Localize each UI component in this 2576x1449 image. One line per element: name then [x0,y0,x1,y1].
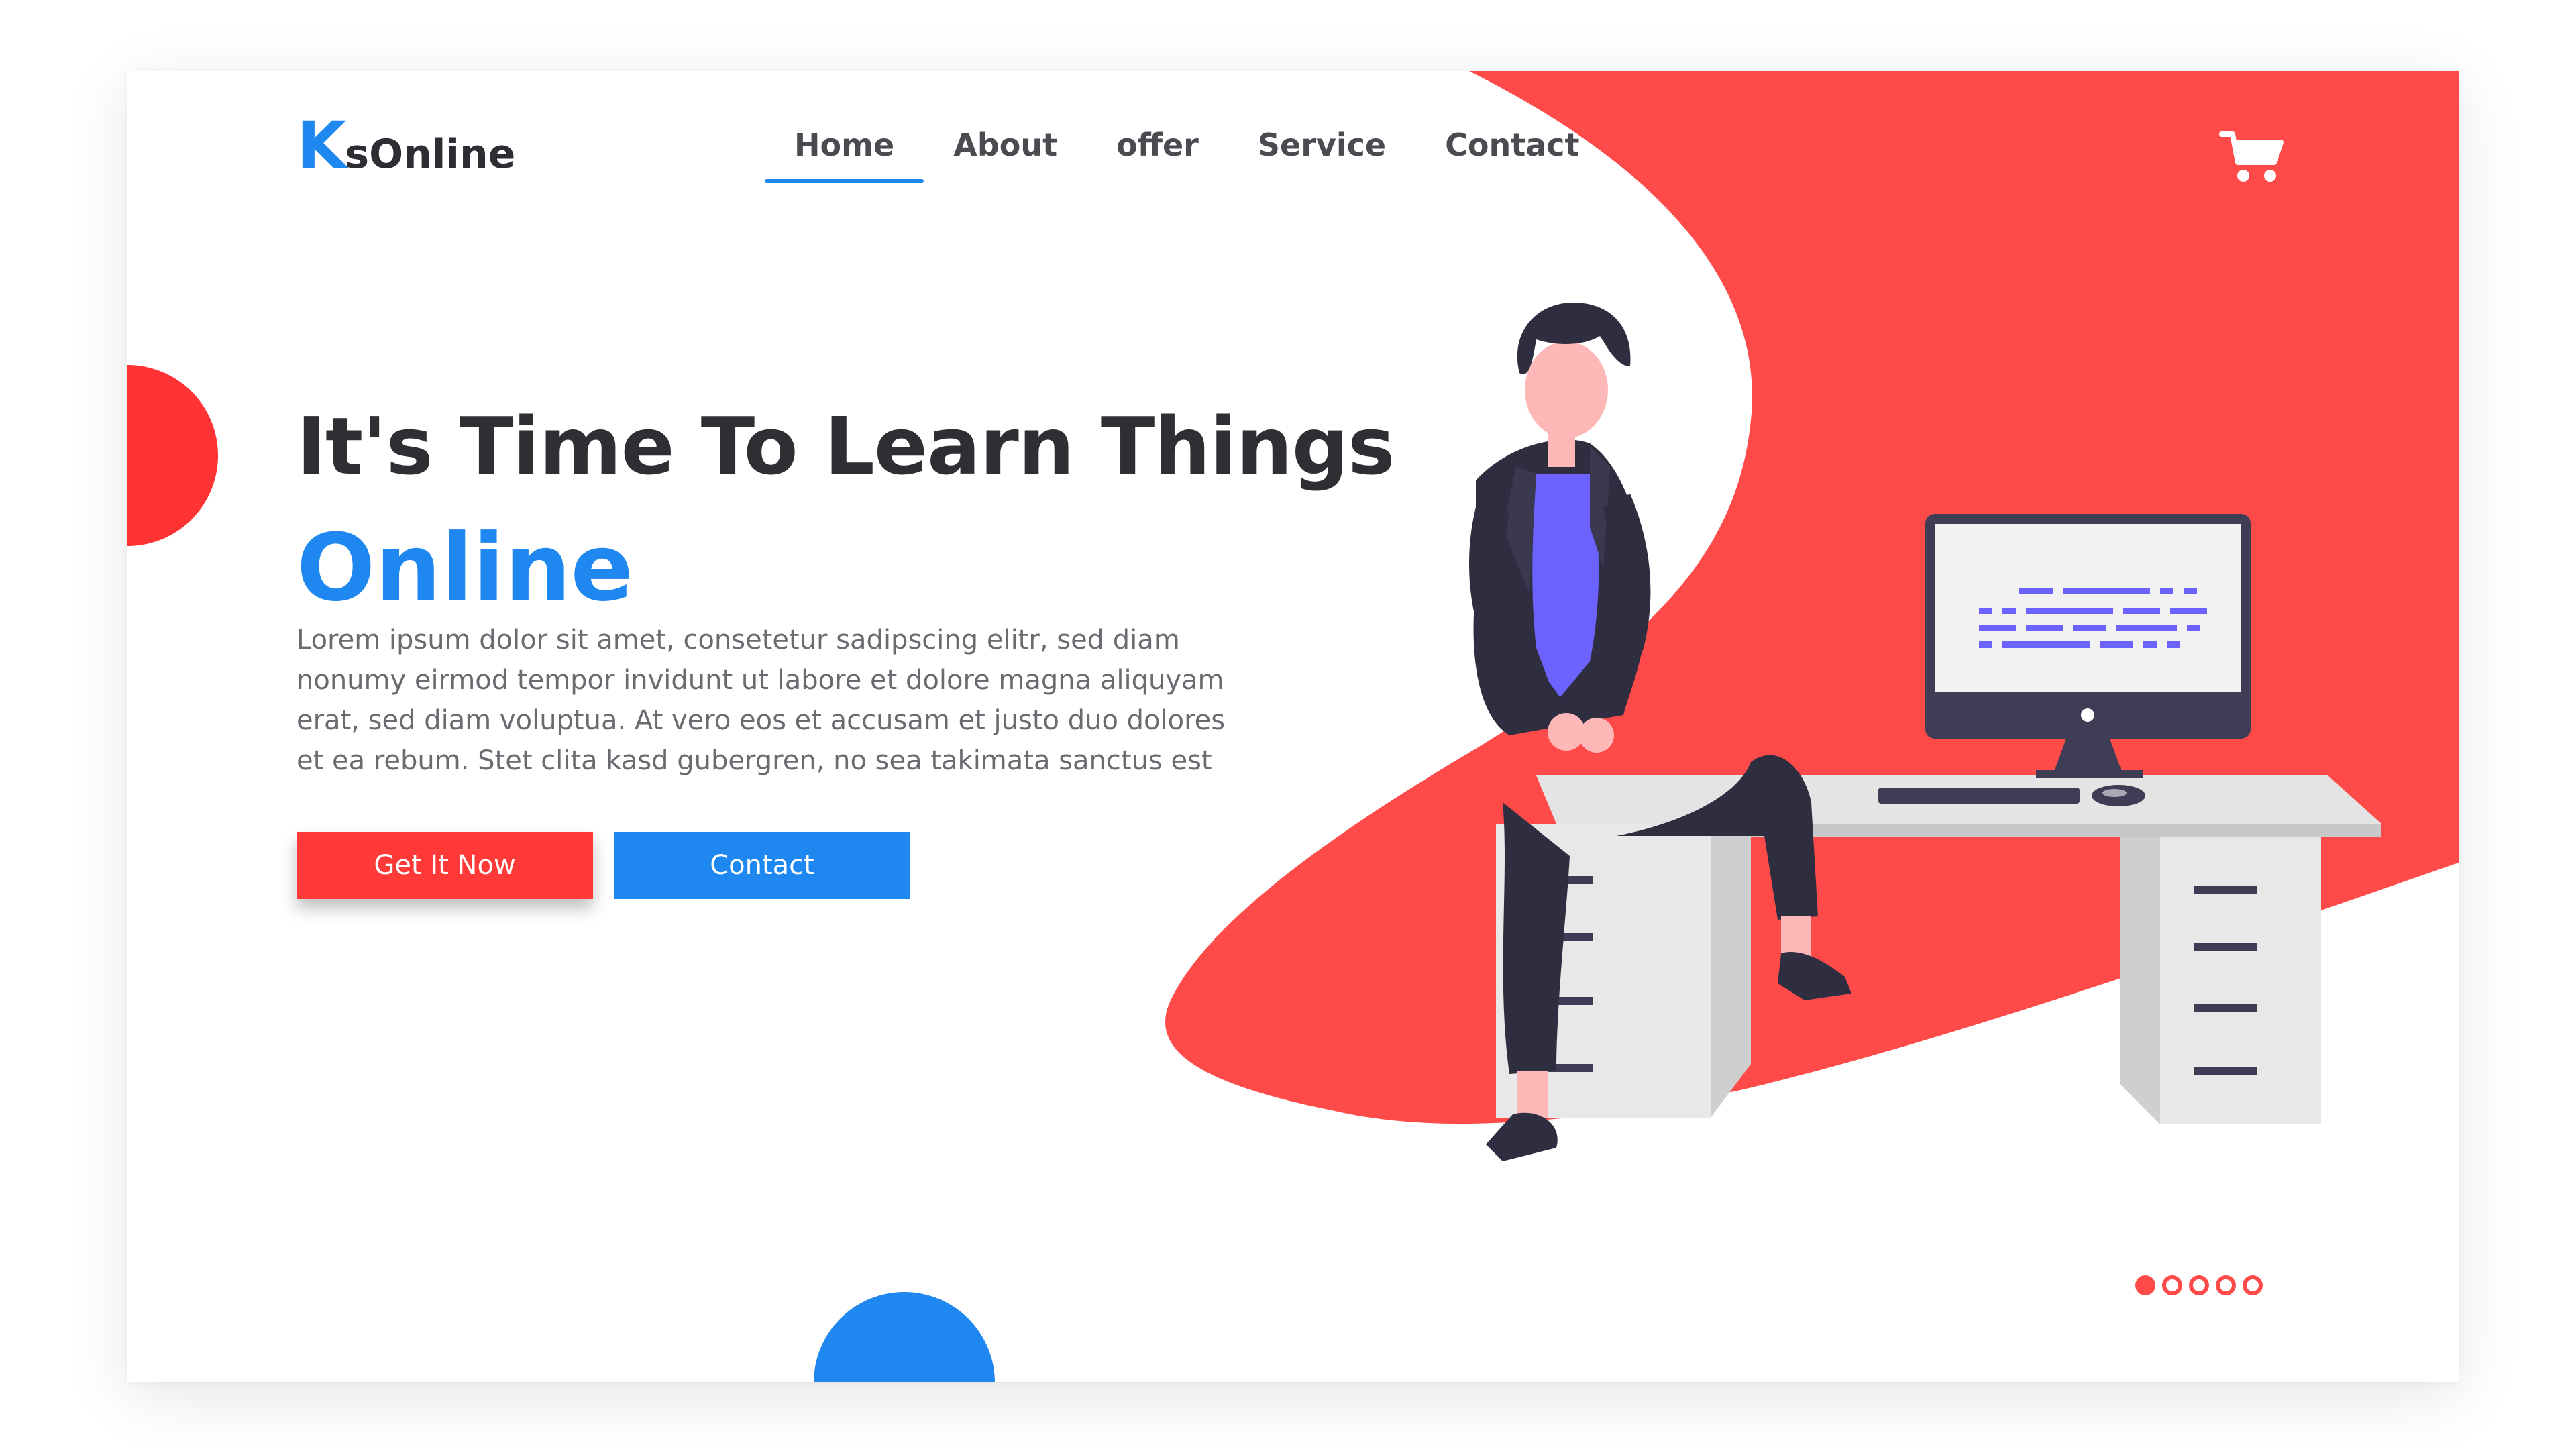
contact-button[interactable]: Contact [614,832,910,899]
carousel-indicators [2135,1275,2263,1295]
carousel-dot-2[interactable] [2162,1275,2182,1295]
logo-wordmark: sOnline [345,131,516,178]
logo-initial: K [297,108,346,183]
nav-item-offer[interactable]: offer [1087,115,1228,183]
get-it-now-button[interactable]: Get It Now [297,832,593,899]
nav-item-service[interactable]: Service [1228,115,1415,183]
brand-logo[interactable]: K sOnline [297,108,515,183]
main-nav: Home About offer Service Contact [765,115,1609,183]
hero-accent-word: Online [297,514,634,622]
carousel-dot-3[interactable] [2189,1275,2209,1295]
nav-item-contact[interactable]: Contact [1415,115,1609,183]
hero-title: It's Time To Learn Things [297,400,1395,492]
computer-monitor [1925,514,2251,778]
person-at-desk-illustration [1469,303,2381,1161]
page-background: K sOnline Home About offer Service Conta… [0,0,2576,1449]
carousel-dot-5[interactable] [2243,1275,2263,1295]
carousel-dot-1[interactable] [2135,1275,2155,1295]
hero-description: Lorem ipsum dolor sit amet, consetetur s… [297,625,1226,776]
desk [1496,775,2381,1124]
keyboard [1878,788,2080,804]
nav-item-home[interactable]: Home [765,115,924,183]
landing-page-card: K sOnline Home About offer Service Conta… [127,71,2459,1382]
shopping-cart-icon[interactable] [2219,125,2286,192]
nav-item-about[interactable]: About [924,115,1087,183]
carousel-dot-4[interactable] [2216,1275,2236,1295]
